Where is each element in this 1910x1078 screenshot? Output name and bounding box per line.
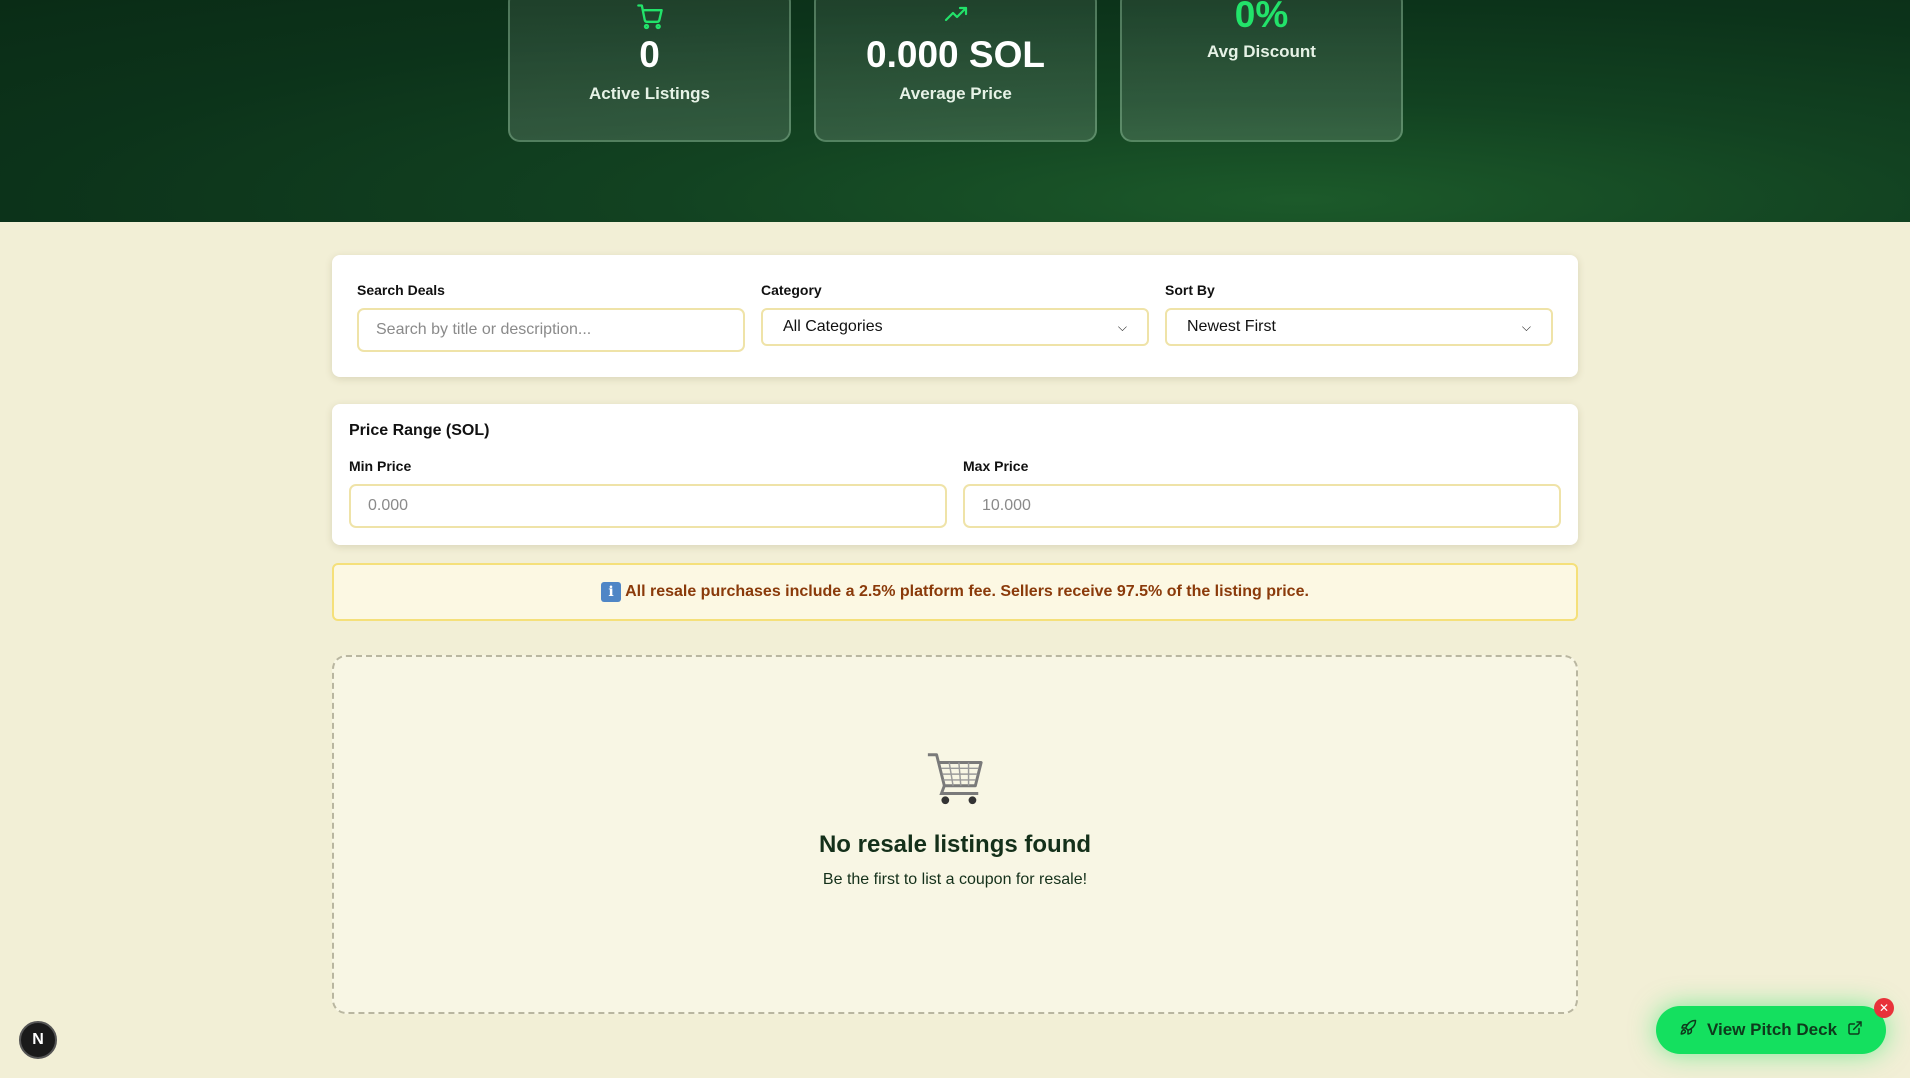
category-label: Category — [761, 282, 822, 298]
avg-discount-label: Avg Discount — [1207, 42, 1316, 61]
empty-state-title: No resale listings found — [818, 831, 1092, 858]
search-input[interactable] — [357, 308, 745, 352]
search-label: Search Deals — [357, 282, 445, 298]
price-range-title: Price Range (SOL) — [349, 422, 490, 439]
max-price-label: Max Price — [963, 458, 1029, 474]
avg-discount-value: 0% — [1234, 0, 1289, 35]
platform-fee-text: All resale purchases include a 2.5% plat… — [625, 583, 1309, 600]
external-link-icon — [1847, 1020, 1863, 1041]
stats-hero: 0 Active Listings 0.000 SOL Average Pric… — [0, 0, 1910, 222]
close-icon: ✕ — [1878, 1001, 1890, 1015]
close-pitch-button[interactable]: ✕ — [1874, 998, 1894, 1018]
trending-up-icon — [940, 2, 972, 31]
dev-tools-badge[interactable]: N — [19, 1021, 57, 1059]
average-price-value: 0.000 SOL — [866, 34, 1045, 75]
view-pitch-deck-button[interactable]: View Pitch Deck — [1656, 1006, 1886, 1054]
rocket-icon — [1679, 1019, 1697, 1042]
chevron-down-icon: ⌵ — [1117, 319, 1127, 334]
shopping-cart-icon — [924, 747, 986, 814]
view-pitch-deck-label: View Pitch Deck — [1706, 1020, 1838, 1039]
empty-state-subtitle: Be the first to list a coupon for resale… — [822, 871, 1088, 888]
sort-label: Sort By — [1165, 282, 1215, 298]
category-select[interactable]: All Categories ⌵ — [761, 308, 1149, 346]
stat-card-avg-discount: 0% Avg Discount — [1120, 0, 1403, 142]
active-listings-label: Active Listings — [589, 84, 710, 103]
stat-card-average-price: 0.000 SOL Average Price — [814, 0, 1097, 142]
stat-card-active-listings: 0 Active Listings — [508, 0, 791, 142]
sort-select[interactable]: Newest First ⌵ — [1165, 308, 1553, 346]
min-price-input[interactable] — [349, 484, 947, 528]
min-price-label: Min Price — [349, 458, 412, 474]
info-icon: i — [601, 582, 622, 602]
chevron-down-icon: ⌵ — [1521, 319, 1531, 334]
empty-state: No resale listings found Be the first to… — [332, 655, 1578, 1014]
platform-fee-notice: i All resale purchases include a 2.5% pl… — [332, 563, 1578, 621]
sort-selected-value: Newest First — [1187, 318, 1276, 335]
price-range-panel: Price Range (SOL) Min Price Max Price — [332, 404, 1578, 545]
cart-icon — [635, 2, 665, 35]
dev-badge-letter: N — [32, 1031, 44, 1048]
active-listings-value: 0 — [639, 34, 660, 75]
filters-panel: Search Deals Category All Categories ⌵ S… — [332, 255, 1578, 377]
average-price-label: Average Price — [899, 84, 1012, 103]
max-price-input[interactable] — [963, 484, 1561, 528]
category-selected-value: All Categories — [783, 318, 883, 335]
